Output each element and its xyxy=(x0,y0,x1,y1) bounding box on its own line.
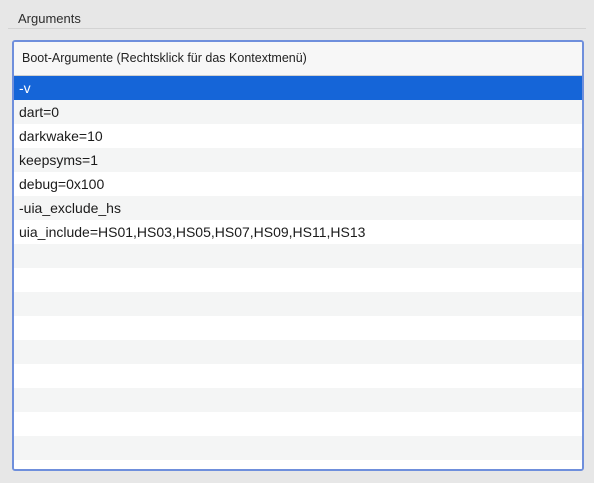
arguments-panel: Arguments Boot-Argumente (Rechtsklick fü… xyxy=(0,0,594,483)
table-row[interactable]: darkwake=10 xyxy=(14,124,582,148)
table-row[interactable] xyxy=(14,412,582,436)
table-row[interactable]: uia_include=HS01,HS03,HS05,HS07,HS09,HS1… xyxy=(14,220,582,244)
table-row[interactable] xyxy=(14,436,582,460)
column-header-boot-arguments[interactable]: Boot-Argumente (Rechtsklick für das Kont… xyxy=(14,42,582,76)
section-divider xyxy=(8,28,586,29)
table-row[interactable] xyxy=(14,316,582,340)
table-row[interactable] xyxy=(14,388,582,412)
table-rows: -v dart=0 darkwake=10 keepsyms=1 debug=0… xyxy=(14,76,582,469)
table-row[interactable] xyxy=(14,292,582,316)
boot-arguments-table[interactable]: Boot-Argumente (Rechtsklick für das Kont… xyxy=(12,40,584,471)
table-row[interactable]: -uia_exclude_hs xyxy=(14,196,582,220)
table-row[interactable] xyxy=(14,460,582,469)
table-row[interactable] xyxy=(14,268,582,292)
table-row[interactable] xyxy=(14,364,582,388)
table-row[interactable] xyxy=(14,340,582,364)
table-row[interactable]: debug=0x100 xyxy=(14,172,582,196)
table-row[interactable]: dart=0 xyxy=(14,100,582,124)
table-row[interactable]: -v xyxy=(14,76,582,100)
table-row[interactable]: keepsyms=1 xyxy=(14,148,582,172)
table-row[interactable] xyxy=(14,244,582,268)
section-title: Arguments xyxy=(18,11,81,26)
